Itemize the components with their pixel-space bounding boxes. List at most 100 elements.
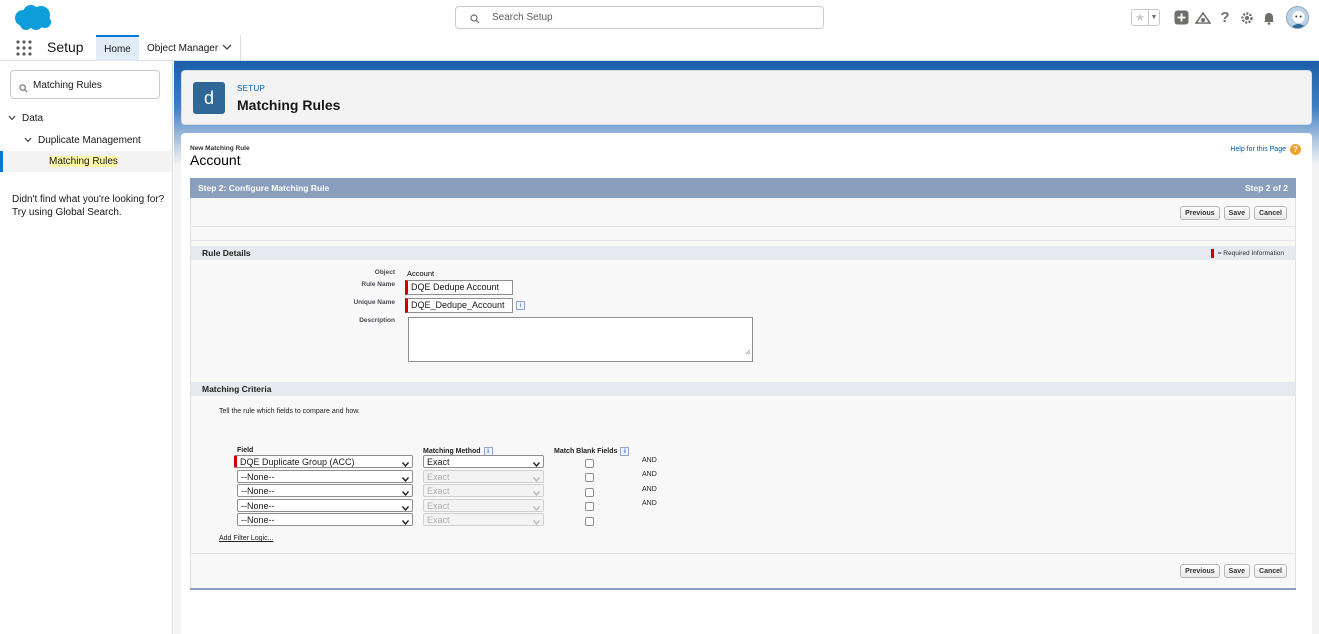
match-blank-fields-column-header: Match Blank Fields i [554, 447, 630, 456]
chevron-down-icon [401, 474, 410, 484]
info-icon[interactable]: i [620, 447, 630, 456]
chevron-down-icon[interactable]: ▼ [1149, 10, 1159, 25]
app-launcher-icon[interactable] [16, 40, 32, 61]
matching-method-select-disabled: Exact [423, 513, 544, 526]
quick-find-value: Matching Rules [33, 80, 102, 91]
main-content: d SETUP Matching Rules New Matching Rule… [174, 61, 1319, 634]
tree-item-duplicate-management[interactable]: Duplicate Management [24, 135, 141, 146]
object-label: Object [374, 269, 395, 276]
notifications-bell-icon[interactable] [1260, 9, 1278, 27]
save-button[interactable]: Save [1223, 206, 1251, 220]
tree-item-matching-rules[interactable]: Matching Rules [0, 151, 172, 172]
chevron-down-icon [401, 503, 410, 513]
matching-method-select-disabled: Exact [423, 484, 544, 497]
step-title: Step 2: Configure Matching Rule [198, 183, 330, 193]
divider [191, 240, 1295, 241]
cancel-button[interactable]: Cancel [1254, 564, 1287, 578]
matching-method-select-value: Exact [427, 485, 450, 496]
match-blank-checkbox[interactable] [585, 459, 594, 468]
setup-object-icon: d [193, 82, 225, 114]
matching-method-column-label: Matching Method [423, 448, 481, 455]
rule-details-title: Rule Details [202, 248, 251, 258]
sidebar-help-text: Didn't find what you're looking for? Try… [12, 194, 165, 218]
chevron-down-icon[interactable] [8, 113, 16, 124]
tree-item-data[interactable]: Data [8, 113, 43, 124]
match-blank-checkbox[interactable] [585, 502, 594, 511]
global-actions-icon[interactable] [1172, 9, 1190, 27]
cancel-button[interactable]: Cancel [1254, 206, 1287, 220]
field-select-value: DQE Duplicate Group (ACC) [240, 456, 355, 467]
chevron-down-icon[interactable] [24, 135, 32, 146]
match-blank-checkbox[interactable] [585, 517, 594, 526]
field-select[interactable]: --None-- [237, 513, 413, 526]
app-name: Setup [47, 39, 84, 55]
field-select-value: --None-- [241, 514, 275, 525]
field-select[interactable]: --None-- [237, 484, 413, 497]
search-setup-input[interactable]: Search Setup [455, 6, 824, 29]
help-link-label: Help for this Page [1230, 146, 1286, 153]
tree-item-data-label: Data [22, 113, 44, 124]
star-icon[interactable]: ★ [1132, 10, 1149, 25]
divider [191, 226, 1295, 227]
resize-grip-icon[interactable] [745, 342, 751, 360]
previous-button[interactable]: Previous [1180, 564, 1220, 578]
matching-method-select-value: Exact [427, 500, 450, 511]
page-block-bottom-border [190, 588, 1296, 590]
chevron-down-icon [532, 488, 541, 498]
setup-sidebar: Matching Rules Data Duplicate Management… [0, 61, 173, 634]
content-card: New Matching Rule Account Help for this … [181, 133, 1312, 634]
search-icon [19, 80, 28, 98]
and-operator: AND [642, 486, 657, 493]
unique-name-label: Unique Name [353, 299, 395, 306]
tree-item-duplicate-management-label: Duplicate Management [38, 135, 141, 146]
help-icon[interactable]: ? [1216, 9, 1234, 27]
field-select[interactable]: DQE Duplicate Group (ACC) [234, 455, 413, 468]
chevron-down-icon [532, 474, 541, 484]
page-block: Previous Save Cancel Rule Details = Requ… [190, 198, 1296, 588]
global-header: Search Setup ★ ▼ ? [0, 0, 1319, 35]
save-button[interactable]: Save [1223, 564, 1251, 578]
step-count: Step 2 of 2 [1245, 183, 1288, 193]
user-avatar[interactable] [1286, 6, 1309, 29]
rule-name-input[interactable]: DQE Dedupe Account [405, 280, 513, 295]
tree-item-matching-rules-label: Matching Rules [49, 156, 118, 167]
salesforce-logo-icon[interactable] [12, 4, 52, 37]
field-column-label: Field [237, 447, 254, 454]
unique-name-input[interactable]: DQE_Dedupe_Account [405, 298, 513, 313]
trailhead-guidance-icon[interactable] [1194, 9, 1212, 27]
matching-method-select-value: Exact [427, 471, 450, 482]
field-select[interactable]: --None-- [237, 499, 413, 512]
matching-criteria-intro: Tell the rule which fields to compare an… [219, 408, 360, 415]
tab-object-manager[interactable]: Object Manager [139, 35, 241, 61]
favorites-control[interactable]: ★ ▼ [1131, 9, 1160, 26]
and-operator: AND [642, 457, 657, 464]
object-value: Account [407, 269, 435, 278]
matching-method-select-value: Exact [427, 456, 450, 467]
matching-criteria-title: Matching Criteria [202, 384, 272, 394]
rule-details-section-header: Rule Details = Required Information [191, 246, 1295, 260]
chevron-down-icon[interactable] [222, 43, 232, 54]
description-textarea[interactable] [408, 317, 753, 362]
field-select[interactable]: --None-- [237, 470, 413, 483]
gear-icon[interactable] [1238, 9, 1256, 27]
chevron-down-icon [401, 488, 410, 498]
object-title: Account [190, 152, 241, 168]
description-label: Description [359, 317, 395, 324]
tab-home[interactable]: Home [96, 35, 139, 61]
page-header: d SETUP Matching Rules [181, 70, 1312, 125]
required-marker [1210, 249, 1214, 258]
help-question-icon[interactable]: ? [1290, 144, 1301, 155]
match-blank-fields-column-label: Match Blank Fields [554, 448, 618, 455]
add-filter-logic-link[interactable]: Add Filter Logic... [219, 535, 273, 542]
matching-method-select-disabled: Exact [423, 499, 544, 512]
matching-method-select[interactable]: Exact [423, 455, 544, 468]
match-blank-checkbox[interactable] [585, 488, 594, 497]
chevron-down-icon [401, 459, 410, 469]
quick-find-input[interactable]: Matching Rules [10, 70, 160, 99]
info-icon[interactable]: i [516, 301, 525, 310]
chevron-down-icon [532, 503, 541, 513]
previous-button[interactable]: Previous [1180, 206, 1220, 220]
help-for-this-page-link[interactable]: Help for this Page ? [1230, 144, 1301, 155]
match-blank-checkbox[interactable] [585, 473, 594, 482]
divider [191, 553, 1295, 554]
